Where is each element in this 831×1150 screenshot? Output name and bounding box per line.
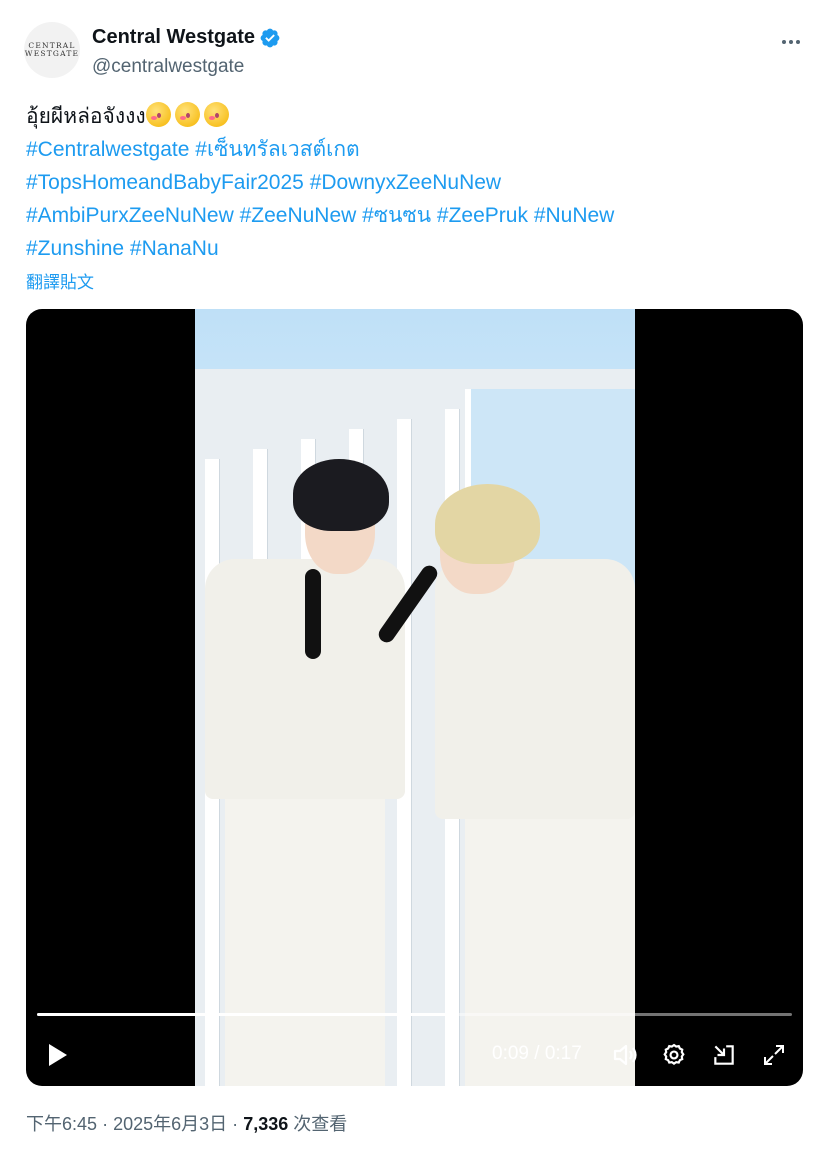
video-player[interactable]: 0:09 / 0:17 — [26, 309, 803, 1086]
hashtag-link[interactable]: #NuNew — [534, 204, 615, 227]
fullscreen-icon[interactable] — [756, 1035, 792, 1075]
post-header: CENTRAL WESTGATE Central Westgate @centr… — [24, 22, 809, 82]
meta-separator: · — [232, 1114, 239, 1134]
display-name[interactable]: Central Westgate — [92, 26, 255, 49]
volume-icon[interactable] — [608, 1035, 644, 1075]
video-frame — [195, 309, 635, 1086]
video-time-current: 0:09 — [492, 1043, 529, 1064]
views-label: 次查看 — [293, 1114, 348, 1134]
kissing-face-emoji-icon — [145, 102, 171, 127]
hashtag-link[interactable]: #NanaNu — [130, 237, 219, 260]
kissing-face-emoji-icon — [174, 102, 200, 127]
play-icon[interactable] — [40, 1035, 74, 1075]
name-row: Central Westgate — [92, 26, 281, 49]
hashtag-link[interactable]: #DownyxZeeNuNew — [310, 171, 501, 194]
settings-icon[interactable] — [656, 1035, 692, 1075]
video-progress-bar[interactable] — [37, 1013, 792, 1016]
hashtag-link[interactable]: #ZeeNuNew — [240, 204, 357, 227]
hashtag-link[interactable]: #เซ็นทรัลเวสต์เกต — [195, 138, 359, 161]
hashtag-link[interactable]: #AmbiPurxZeeNuNew — [26, 204, 234, 227]
video-time-separator: / — [534, 1043, 540, 1064]
translate-post-link[interactable]: 翻譯貼文 — [26, 268, 94, 293]
post-date[interactable]: 2025年6月3日 — [113, 1114, 227, 1134]
picture-in-picture-icon[interactable] — [706, 1035, 742, 1075]
meta-separator: · — [102, 1114, 109, 1134]
video-time-total: 0:17 — [544, 1043, 582, 1064]
account-handle[interactable]: @centralwestgate — [92, 56, 244, 78]
post-text: อุ้ยผีหล่อจังงง #Centralwestgate #เซ็นทร… — [26, 100, 806, 265]
post-time[interactable]: 下午6:45 — [26, 1114, 97, 1134]
post-text-content: อุ้ยผีหล่อจังงง — [26, 105, 146, 128]
more-options-icon[interactable] — [777, 28, 805, 56]
hashtag-line: #TopsHomeandBabyFair2025 #DownyxZeeNuNew — [26, 166, 806, 199]
video-controls: 0:09 / 0:17 — [26, 1035, 803, 1075]
views-count: 7,336 — [243, 1114, 289, 1134]
hashtag-link[interactable]: #Centralwestgate — [26, 138, 189, 161]
hashtag-line: #AmbiPurxZeeNuNew #ZeeNuNew #ซนซน #ZeePr… — [26, 199, 806, 232]
hashtag-link[interactable]: #ZeePruk — [437, 204, 528, 227]
hashtag-link[interactable]: #Zunshine — [26, 237, 124, 260]
hashtag-line: #Centralwestgate #เซ็นทรัลเวสต์เกต — [26, 133, 806, 166]
post-meta: 下午6:45 · 2025年6月3日 · 7,336 次查看 — [26, 1110, 347, 1136]
verified-badge-icon — [260, 28, 280, 47]
kissing-face-emoji-icon — [203, 102, 229, 127]
avatar-logo-line2: WESTGATE — [24, 49, 80, 58]
post-text-line: อุ้ยผีหล่อจังงง — [26, 100, 806, 133]
hashtag-link[interactable]: #ซนซน — [362, 204, 431, 227]
video-time: 0:09 / 0:17 — [492, 1043, 582, 1065]
avatar[interactable]: CENTRAL WESTGATE — [24, 22, 80, 78]
video-progress-fill — [37, 1013, 457, 1016]
hashtag-line: #Zunshine #NanaNu — [26, 232, 806, 265]
hashtag-link[interactable]: #TopsHomeandBabyFair2025 — [26, 171, 304, 194]
